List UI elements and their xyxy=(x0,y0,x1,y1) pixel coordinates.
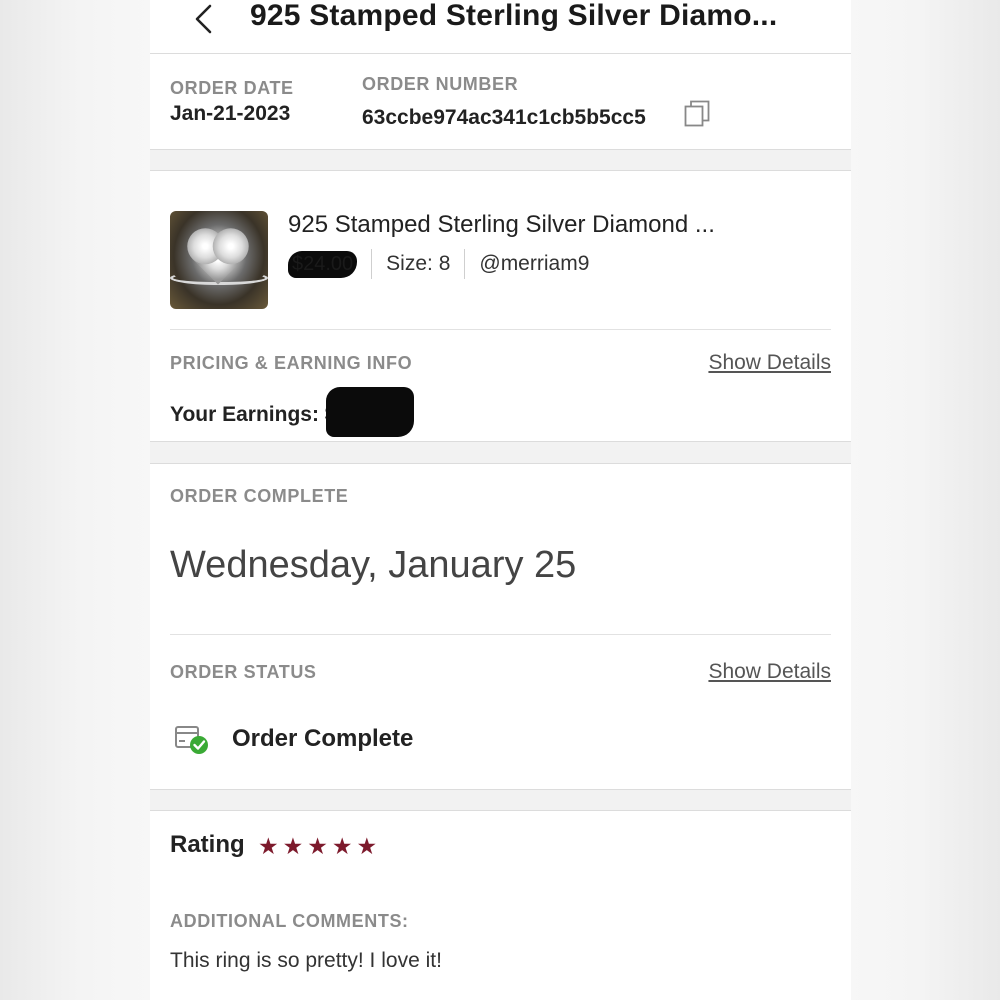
status-show-details-link[interactable]: Show Details xyxy=(708,660,831,684)
star-icon: ★ xyxy=(331,833,353,859)
rating-section: Rating ★ ★ ★ ★ ★ ADDITIONAL COMMENTS: This r… xyxy=(150,810,851,1000)
earnings-redacted xyxy=(326,387,415,437)
star-icon: ★ xyxy=(307,833,328,859)
package-check-icon xyxy=(175,726,208,754)
comment-text: This ring is so pretty! I love it! xyxy=(170,949,442,972)
copy-icon[interactable] xyxy=(684,100,710,128)
order-details-screen: 925 Stamped Sterling Silver Diamo... ORD… xyxy=(150,0,851,1000)
order-number-value: 63ccbe974ac341c1cb5b5cc5 xyxy=(362,106,646,129)
star-icon: ★ xyxy=(258,833,279,859)
item-price: $24.00 xyxy=(288,250,358,278)
back-chevron-icon[interactable] xyxy=(192,4,216,34)
item-size: Size: 8 xyxy=(386,252,451,275)
order-complete-date: Wednesday, January 25 xyxy=(170,544,577,586)
pricing-show-details-link[interactable]: Show Details xyxy=(708,351,831,375)
order-info-section: ORDER DATE Jan-21-2023 ORDER NUMBER 63cc… xyxy=(150,54,851,150)
item-title[interactable]: 925 Stamped Sterling Silver Diamond ... xyxy=(288,211,715,239)
order-status-row: Order Complete xyxy=(174,722,413,756)
item-meta: $24.00 Size: 8 @merriam9 xyxy=(288,249,589,279)
star-icon: ★ xyxy=(356,833,378,859)
meta-separator xyxy=(371,249,373,279)
order-status-text: Order Complete xyxy=(232,725,414,752)
order-number-label: ORDER NUMBER xyxy=(362,74,519,94)
order-date-value: Jan-21-2023 xyxy=(170,102,291,125)
divider xyxy=(170,634,831,635)
page-title: 925 Stamped Sterling Silver Diamo... xyxy=(250,0,778,32)
pricing-label: PRICING & EARNING INFO xyxy=(170,353,413,373)
order-complete-section: ORDER COMPLETE Wednesday, January 25 ORD… xyxy=(150,463,851,790)
rating-stars: ★ ★ ★ ★ ★ xyxy=(258,831,377,861)
item-section: 925 Stamped Sterling Silver Diamond ... … xyxy=(150,170,851,442)
meta-separator xyxy=(464,249,466,279)
order-complete-label: ORDER COMPLETE xyxy=(170,486,349,506)
your-earnings: Your Earnings: $ xyxy=(170,387,415,437)
divider xyxy=(170,329,831,330)
rating-label: Rating xyxy=(170,831,245,858)
earnings-label: Your Earnings: $ xyxy=(170,403,337,426)
item-thumbnail[interactable] xyxy=(170,211,268,309)
star-icon: ★ xyxy=(282,833,304,859)
order-status-label: ORDER STATUS xyxy=(170,662,317,682)
comments-label: ADDITIONAL COMMENTS: xyxy=(170,911,409,931)
order-date-label: ORDER DATE xyxy=(170,78,294,98)
seller-username[interactable]: @merriam9 xyxy=(479,252,589,276)
header-bar: 925 Stamped Sterling Silver Diamo... xyxy=(150,0,851,54)
